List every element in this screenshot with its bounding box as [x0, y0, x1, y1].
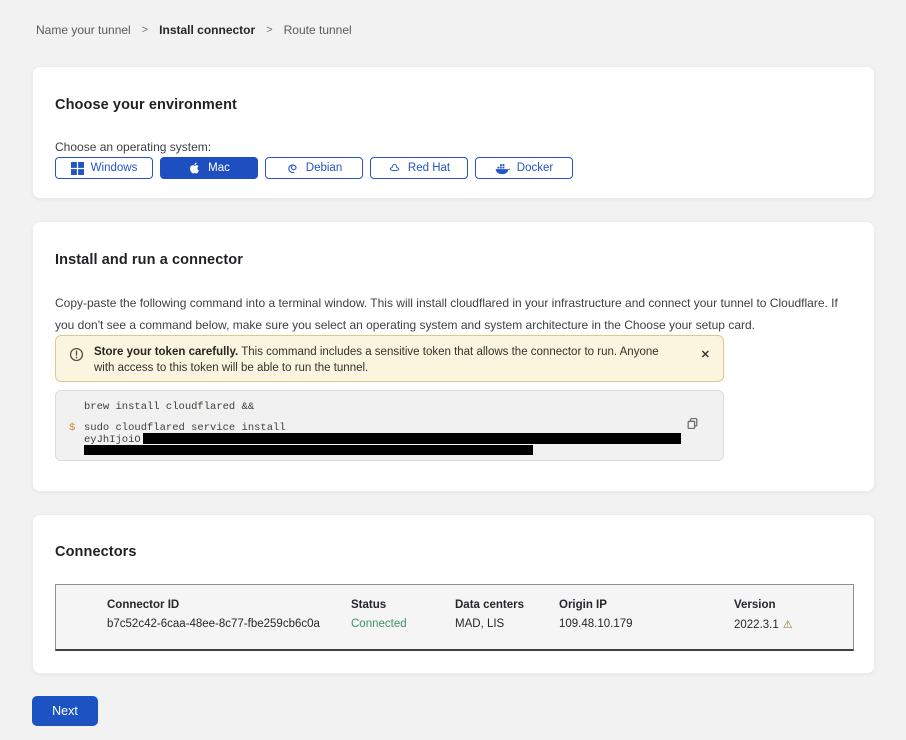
connector-data-centers-value: MAD, LIS	[455, 618, 559, 631]
breadcrumb-separator: >	[266, 24, 272, 36]
shell-prompt: $	[69, 422, 75, 434]
docker-icon	[495, 162, 510, 175]
os-button-label: Windows	[91, 162, 138, 174]
col-header-origin-ip: Origin IP	[559, 599, 734, 611]
os-button-windows[interactable]: Windows	[55, 157, 153, 179]
os-button-label: Mac	[208, 162, 230, 174]
token-warning-banner: Store your token carefully. This command…	[55, 335, 724, 382]
os-button-docker[interactable]: Docker	[475, 157, 573, 179]
warning-message: Store your token carefully. This command…	[94, 344, 674, 376]
os-button-label: Red Hat	[408, 162, 450, 174]
connector-status-value: Connected	[351, 618, 455, 631]
install-command-codeblock: brew install cloudflared && $ sudo cloud…	[55, 390, 724, 461]
copy-icon[interactable]	[686, 417, 699, 433]
connector-version-value: 2022.3.1	[734, 619, 779, 631]
choose-environment-title: Choose your environment	[55, 97, 237, 113]
install-connector-card: Install and run a connector Copy-paste t…	[32, 221, 875, 492]
install-description: Copy-paste the following command into a …	[55, 292, 852, 336]
col-header-version: Version	[734, 599, 853, 611]
warning-title: Store your token carefully.	[94, 346, 238, 358]
col-header-status: Status	[351, 599, 455, 611]
choose-environment-card: Choose your environment Choose an operat…	[32, 66, 875, 199]
version-warning-icon: ⚠	[783, 619, 793, 631]
breadcrumb-install-connector[interactable]: Install connector	[159, 23, 255, 37]
debian-icon	[286, 162, 299, 175]
install-connector-title: Install and run a connector	[55, 252, 243, 268]
connector-origin-ip-value: 109.48.10.179	[559, 618, 734, 631]
apple-icon	[188, 161, 201, 175]
os-button-mac[interactable]: Mac	[160, 157, 258, 179]
os-select-label: Choose an operating system:	[55, 140, 211, 154]
next-button[interactable]: Next	[32, 696, 98, 726]
connectors-table: Connector ID Status Data centers Origin …	[55, 584, 854, 651]
code-line-brew: brew install cloudflared &&	[84, 401, 254, 413]
breadcrumb-route-tunnel[interactable]: Route tunnel	[284, 23, 352, 37]
alert-circle-icon	[69, 347, 84, 367]
connectors-card: Connectors Connector ID Status Data cent…	[32, 514, 875, 674]
windows-icon	[71, 162, 84, 175]
connectors-title: Connectors	[55, 544, 137, 560]
breadcrumb-separator: >	[142, 24, 148, 36]
os-button-label: Docker	[517, 162, 553, 174]
close-icon[interactable]: ✕	[701, 350, 710, 361]
redacted-token-bar	[84, 445, 533, 455]
os-button-debian[interactable]: Debian	[265, 157, 363, 179]
connector-version-cell: 2022.3.1 ⚠	[734, 618, 853, 631]
col-header-data-centers: Data centers	[455, 599, 559, 611]
os-button-label: Debian	[306, 162, 342, 174]
redhat-icon	[388, 162, 401, 175]
os-button-redhat[interactable]: Red Hat	[370, 157, 468, 179]
redacted-token-bar	[143, 433, 681, 444]
breadcrumb-name-your-tunnel[interactable]: Name your tunnel	[36, 23, 131, 37]
os-button-group: Windows Mac Debian Red Hat Docker	[55, 157, 573, 179]
col-header-connector-id: Connector ID	[107, 599, 351, 611]
breadcrumb: Name your tunnel > Install connector > R…	[36, 23, 352, 37]
connector-id-value: b7c52c42-6caa-48ee-8c77-fbe259cb6c0a	[107, 618, 351, 631]
